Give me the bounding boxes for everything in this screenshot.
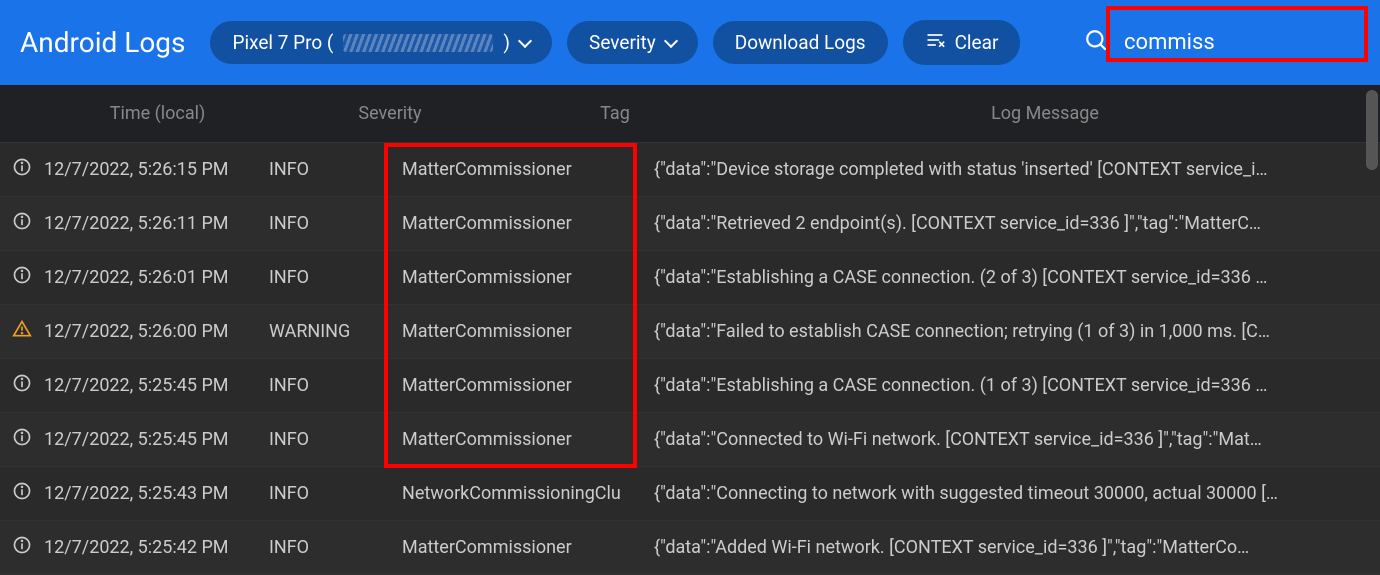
table-row[interactable]: 12/7/2022, 5:25:45 PMINFOMatterCommissio… xyxy=(0,413,1380,467)
clear-button[interactable]: Clear xyxy=(903,20,1021,65)
info-icon xyxy=(12,157,44,182)
col-header-message[interactable]: Log Message xyxy=(720,103,1370,124)
device-selector[interactable]: Pixel 7 Pro () xyxy=(210,21,552,64)
chevron-down-icon xyxy=(518,33,532,47)
clear-icon xyxy=(925,30,945,55)
header-bar: Android Logs Pixel 7 Pro () Severity Dow… xyxy=(0,0,1380,85)
cell-time: 12/7/2022, 5:26:00 PM xyxy=(44,321,269,342)
device-id-obscured xyxy=(343,34,493,52)
cell-message: {"data":"Connected to Wi-Fi network. [CO… xyxy=(654,429,1370,450)
severity-selector[interactable]: Severity xyxy=(567,21,698,64)
download-label: Download Logs xyxy=(735,31,866,54)
table-row[interactable]: 12/7/2022, 5:25:45 PMINFOMatterCommissio… xyxy=(0,359,1380,413)
info-icon xyxy=(12,265,44,290)
cell-message: {"data":"Connecting to network with sugg… xyxy=(654,483,1370,504)
log-table: Time (local) Severity Tag Log Message 12… xyxy=(0,85,1380,575)
table-row[interactable]: 12/7/2022, 5:26:01 PMINFOMatterCommissio… xyxy=(0,251,1380,305)
cell-time: 12/7/2022, 5:26:01 PM xyxy=(44,267,269,288)
cell-message: {"data":"Retrieved 2 endpoint(s). [CONTE… xyxy=(654,213,1370,234)
col-header-severity[interactable]: Severity xyxy=(270,103,510,124)
table-row[interactable]: 12/7/2022, 5:26:15 PMINFOMatterCommissio… xyxy=(0,143,1380,197)
cell-severity: INFO xyxy=(269,537,394,558)
chevron-down-icon xyxy=(664,33,678,47)
warning-icon xyxy=(12,319,44,344)
table-body: 12/7/2022, 5:26:15 PMINFOMatterCommissio… xyxy=(0,143,1380,575)
cell-tag: NetworkCommissioningClu xyxy=(394,483,654,504)
cell-message: {"data":"Failed to establish CASE connec… xyxy=(654,321,1370,342)
table-row[interactable]: 12/7/2022, 5:26:11 PMINFOMatterCommissio… xyxy=(0,197,1380,251)
search-icon xyxy=(1084,28,1110,58)
cell-tag: MatterCommissioner xyxy=(394,213,654,234)
cell-message: {"data":"Added Wi-Fi network. [CONTEXT s… xyxy=(654,537,1370,558)
cell-severity: INFO xyxy=(269,213,394,234)
search-container xyxy=(1084,24,1360,62)
scrollbar-thumb[interactable] xyxy=(1366,90,1378,170)
cell-tag: MatterCommissioner xyxy=(394,375,654,396)
cell-severity: INFO xyxy=(269,267,394,288)
cell-time: 12/7/2022, 5:25:43 PM xyxy=(44,483,269,504)
table-row[interactable]: 12/7/2022, 5:25:42 PMINFOMatterCommissio… xyxy=(0,521,1380,575)
severity-label: Severity xyxy=(589,31,656,54)
col-header-time[interactable]: Time (local) xyxy=(45,103,270,124)
table-header: Time (local) Severity Tag Log Message xyxy=(0,85,1380,143)
cell-tag: MatterCommissioner xyxy=(394,537,654,558)
info-icon xyxy=(12,535,44,560)
device-prefix: Pixel 7 Pro ( xyxy=(232,31,333,54)
cell-message: {"data":"Device storage completed with s… xyxy=(654,159,1370,180)
cell-time: 12/7/2022, 5:26:11 PM xyxy=(44,213,269,234)
info-icon xyxy=(12,211,44,236)
info-icon xyxy=(12,427,44,452)
cell-tag: MatterCommissioner xyxy=(394,159,654,180)
cell-severity: INFO xyxy=(269,159,394,180)
search-input[interactable] xyxy=(1120,24,1360,62)
cell-severity: WARNING xyxy=(269,321,394,342)
cell-message: {"data":"Establishing a CASE connection.… xyxy=(654,267,1370,288)
cell-severity: INFO xyxy=(269,429,394,450)
table-row[interactable]: 12/7/2022, 5:25:43 PMINFONetworkCommissi… xyxy=(0,467,1380,521)
cell-severity: INFO xyxy=(269,375,394,396)
info-icon xyxy=(12,481,44,506)
download-logs-button[interactable]: Download Logs xyxy=(713,21,888,64)
device-suffix: ) xyxy=(503,31,510,54)
cell-severity: INFO xyxy=(269,483,394,504)
cell-message: {"data":"Establishing a CASE connection.… xyxy=(654,375,1370,396)
col-header-tag[interactable]: Tag xyxy=(510,103,720,124)
cell-tag: MatterCommissioner xyxy=(394,321,654,342)
info-icon xyxy=(12,373,44,398)
cell-time: 12/7/2022, 5:26:15 PM xyxy=(44,159,269,180)
cell-tag: MatterCommissioner xyxy=(394,429,654,450)
clear-label: Clear xyxy=(955,31,999,54)
table-row[interactable]: 12/7/2022, 5:26:00 PMWARNINGMatterCommis… xyxy=(0,305,1380,359)
cell-tag: MatterCommissioner xyxy=(394,267,654,288)
cell-time: 12/7/2022, 5:25:45 PM xyxy=(44,375,269,396)
cell-time: 12/7/2022, 5:25:42 PM xyxy=(44,537,269,558)
page-title: Android Logs xyxy=(20,26,185,59)
cell-time: 12/7/2022, 5:25:45 PM xyxy=(44,429,269,450)
